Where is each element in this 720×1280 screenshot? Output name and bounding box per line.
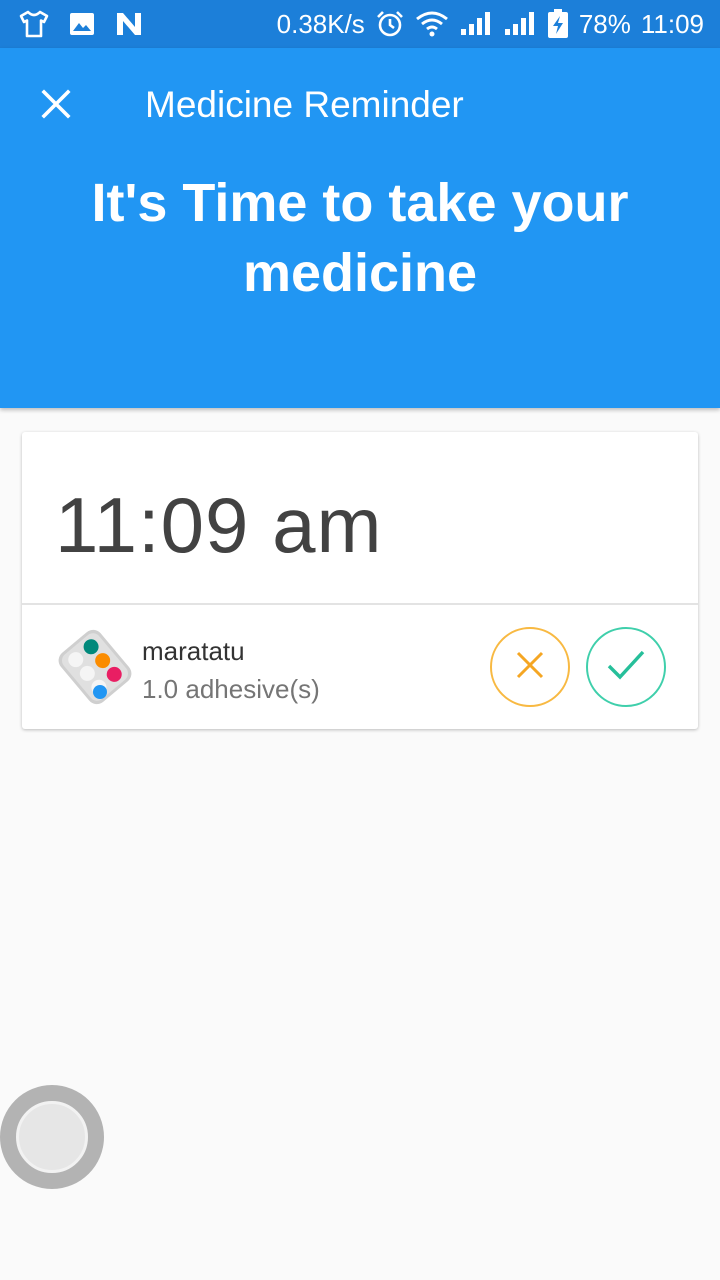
battery-level: 78% <box>578 8 631 39</box>
shirt-icon <box>18 10 50 38</box>
medicine-name: maratatu <box>142 636 245 666</box>
battery-charging-icon <box>547 9 569 39</box>
reminder-card: 11:09 am maratatu 1.0 adhesive(s) <box>22 432 698 729</box>
divider <box>22 603 698 605</box>
check-icon <box>606 649 646 686</box>
signal-icon <box>459 11 493 37</box>
status-bar: 0.38K/s 78% 11:09 <box>0 0 720 48</box>
close-icon <box>515 650 545 685</box>
wifi-icon <box>415 11 449 37</box>
assistive-touch-button[interactable] <box>0 1085 104 1189</box>
app-bar: Medicine Reminder It's Time to take your… <box>0 48 720 408</box>
take-dose-button[interactable] <box>586 627 666 707</box>
reminder-headline: It's Time to take your medicine <box>0 168 720 308</box>
skip-dose-button[interactable] <box>490 627 570 707</box>
net-speed: 0.38K/s <box>276 8 365 39</box>
medicine-dose: 1.0 adhesive(s) <box>142 674 320 704</box>
signal-icon <box>503 11 537 37</box>
headline-line-1: It's Time to take your <box>91 173 629 233</box>
headline-line-2: medicine <box>242 243 478 303</box>
reminder-time: 11:09 am <box>55 481 383 569</box>
n-icon <box>114 11 144 37</box>
assistive-touch-inner <box>16 1101 88 1173</box>
close-icon <box>40 88 72 125</box>
app-title: Medicine Reminder <box>145 84 464 125</box>
alarm-icon <box>375 9 405 39</box>
image-icon <box>68 10 96 38</box>
clock-time: 11:09 <box>640 8 704 39</box>
pill-blister-icon <box>55 627 135 712</box>
close-button[interactable] <box>28 78 84 134</box>
